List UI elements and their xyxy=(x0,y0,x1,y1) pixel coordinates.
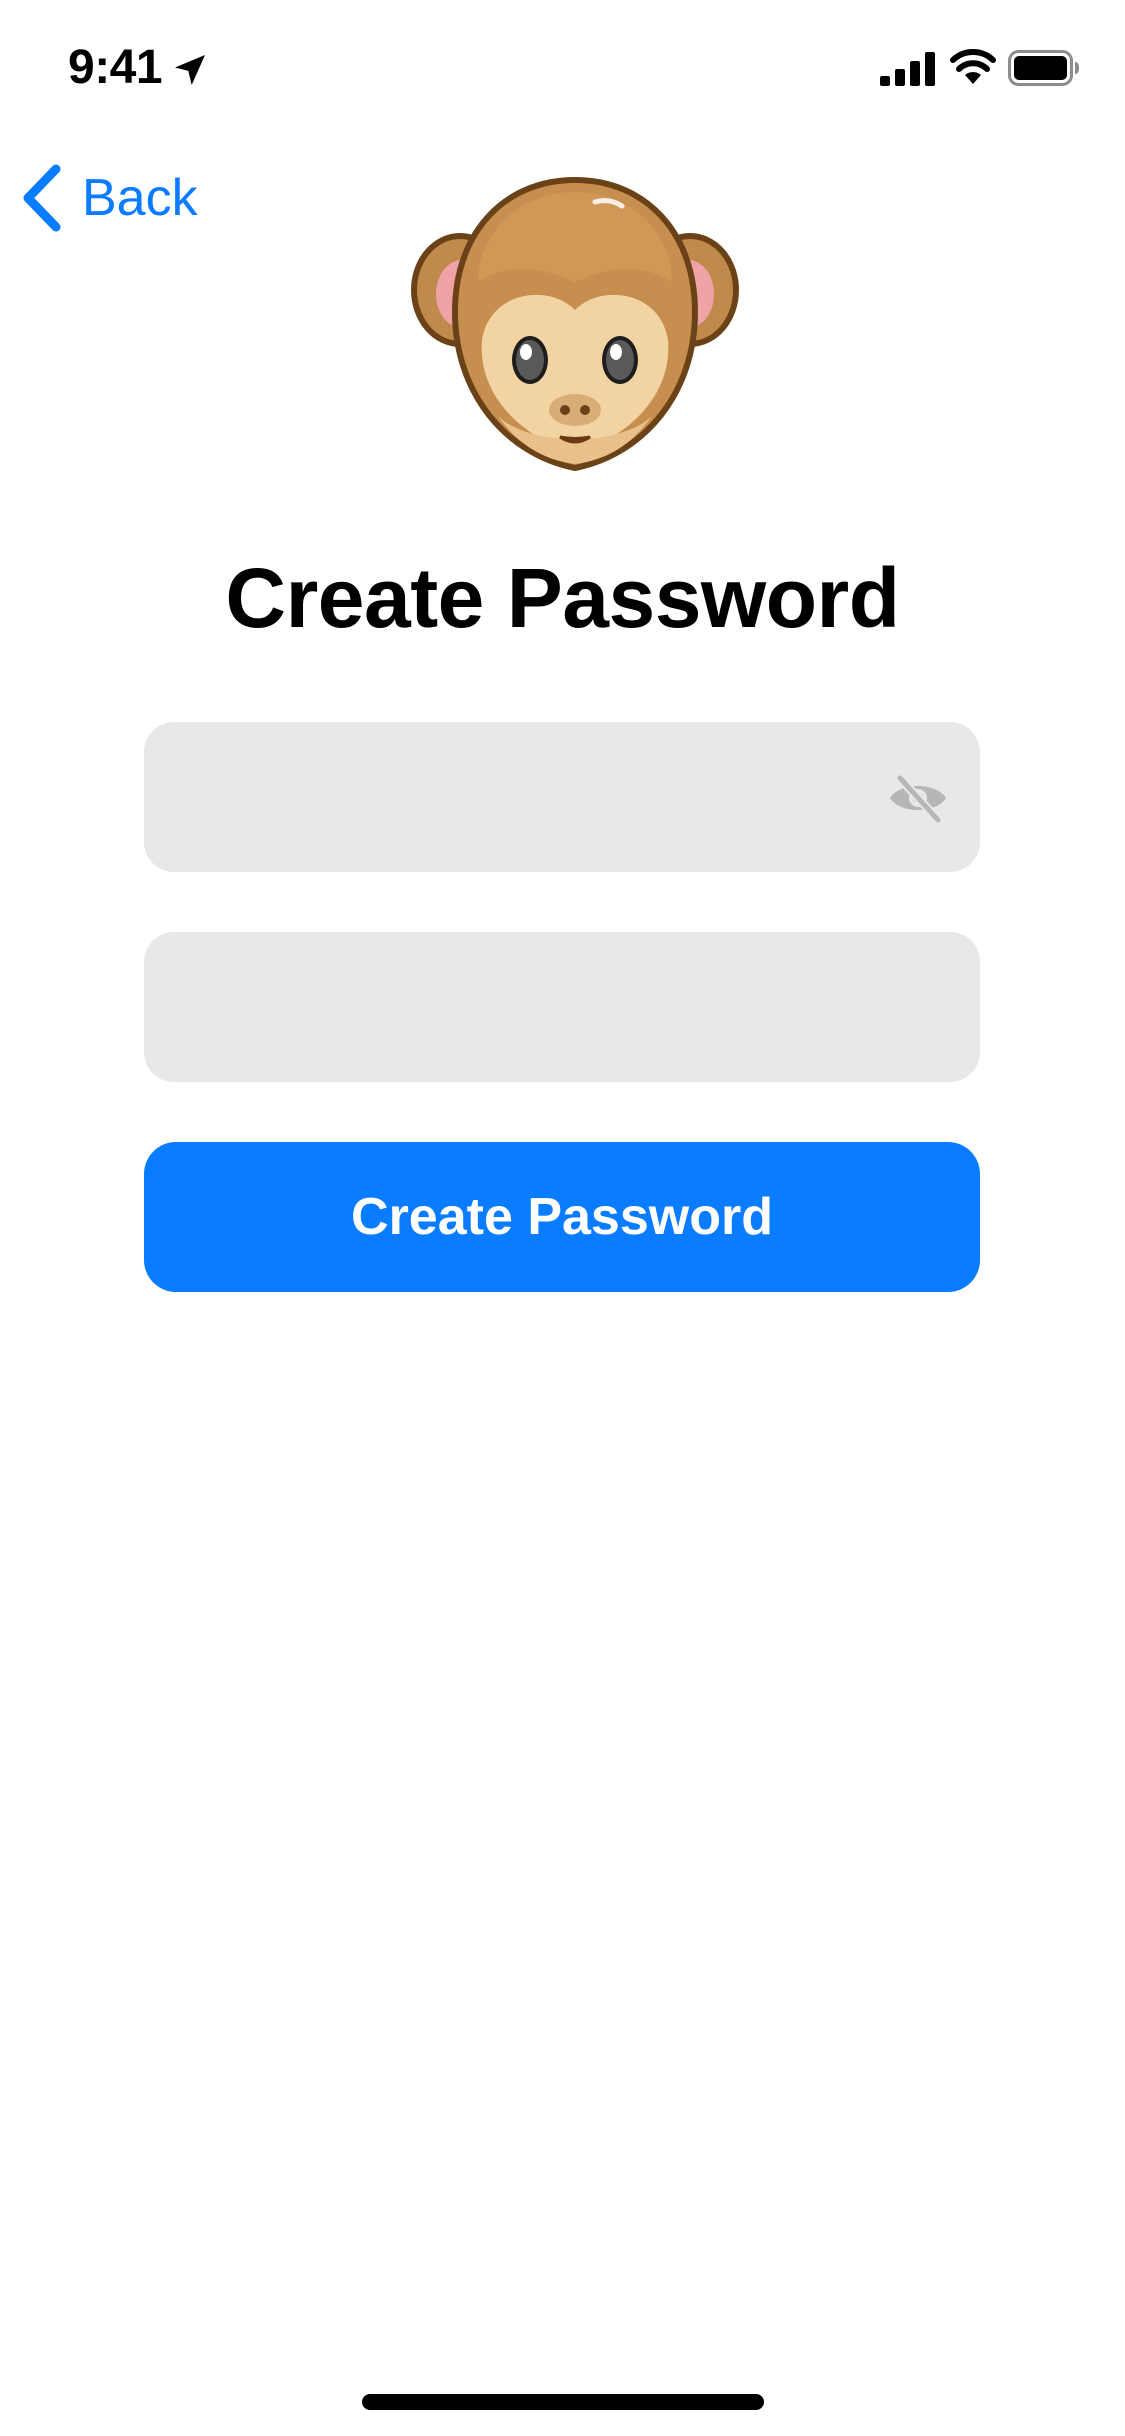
chevron-left-icon xyxy=(23,164,61,232)
password-field[interactable] xyxy=(144,722,980,874)
status-bar: 9:41 xyxy=(0,0,1125,140)
create-password-button[interactable]: Create Password xyxy=(144,1142,980,1292)
back-label: Back xyxy=(82,169,198,227)
confirm-password-field[interactable] xyxy=(144,932,980,1084)
confirm-password-input[interactable] xyxy=(180,932,884,1084)
monkey-face-icon xyxy=(411,176,739,472)
page-title: Create Password xyxy=(225,551,900,645)
eye-slash-icon[interactable] xyxy=(886,772,950,824)
back-button[interactable]: Back xyxy=(20,158,198,238)
home-indicator xyxy=(362,2394,764,2410)
wifi-icon xyxy=(950,49,996,84)
cellular-signal-icon xyxy=(880,52,935,86)
battery-icon xyxy=(1008,50,1079,86)
location-arrow-icon xyxy=(175,55,205,85)
password-input[interactable] xyxy=(180,722,884,874)
status-time: 9:41 xyxy=(68,41,163,94)
